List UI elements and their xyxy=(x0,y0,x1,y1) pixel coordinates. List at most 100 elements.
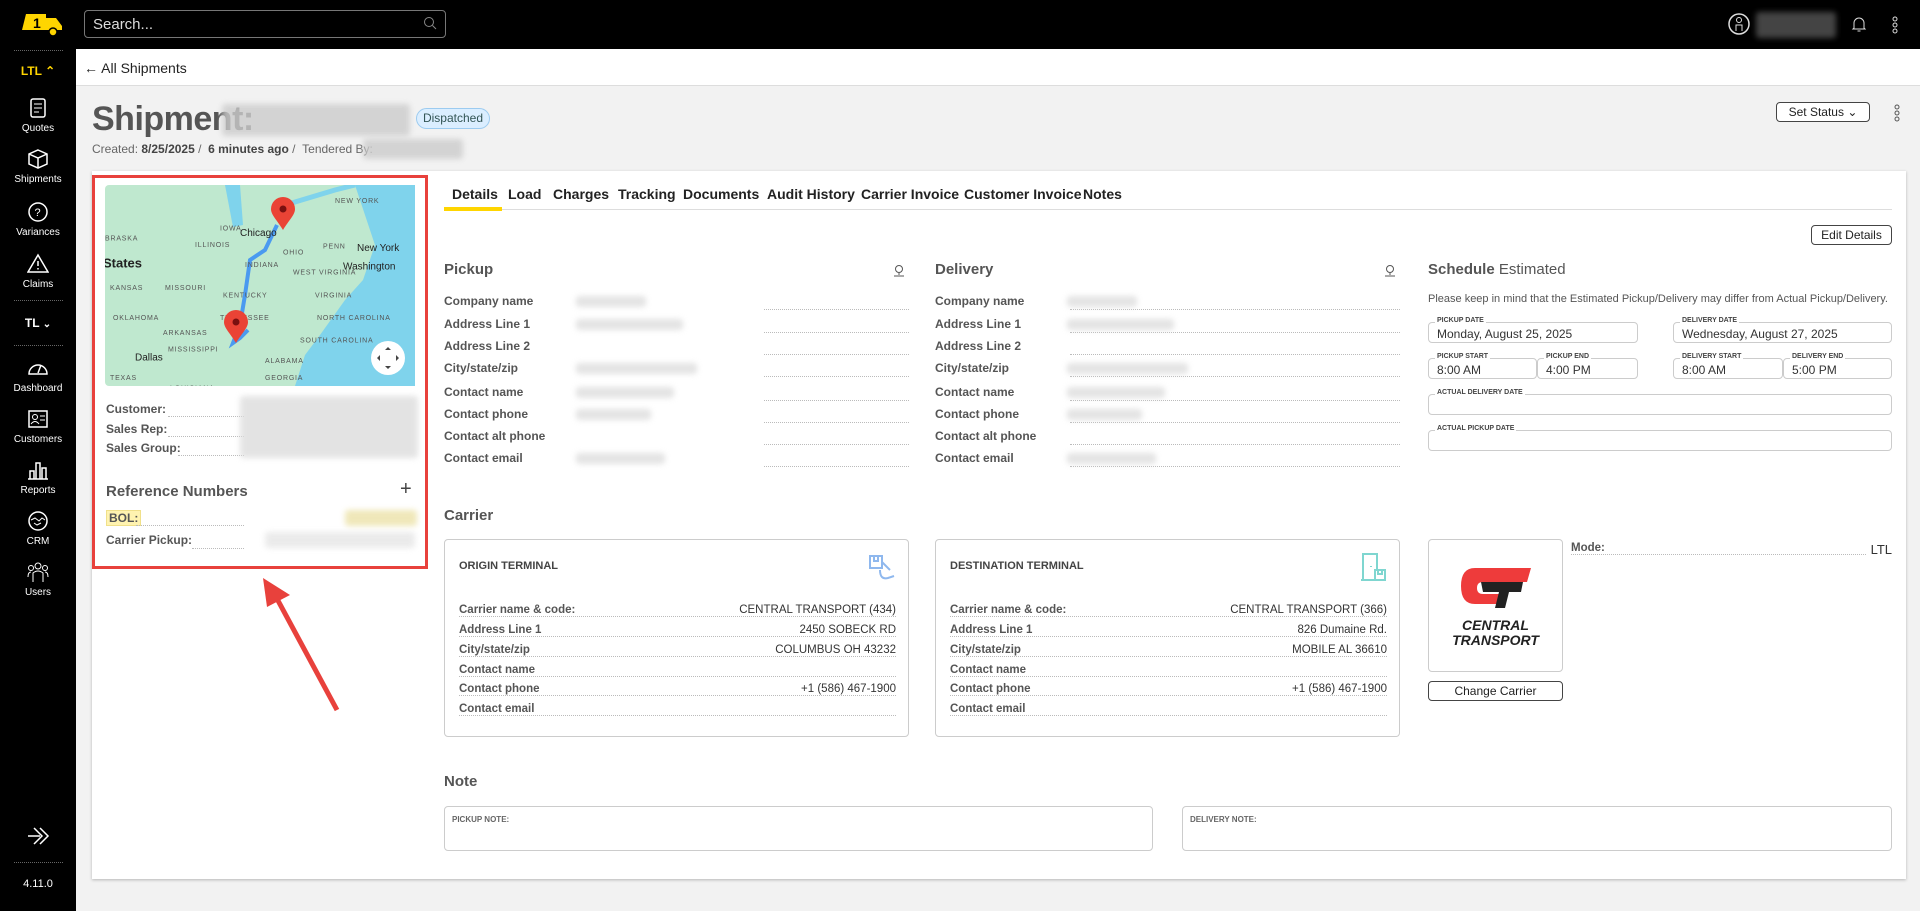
sidebar-item-label: CRM xyxy=(26,536,50,547)
field-value: Monday, August 25, 2025 xyxy=(1437,327,1573,341)
tab-audit-history[interactable]: Audit History xyxy=(767,186,855,202)
delivery-field-value xyxy=(1067,363,1188,374)
back-label: All Shipments xyxy=(101,60,187,76)
expand-sidebar-icon[interactable] xyxy=(26,826,50,846)
actual-pickup-field[interactable]: ACTUAL PICKUP DATE xyxy=(1428,425,1892,451)
section-label: TL xyxy=(24,316,40,330)
sidebar-item-label: Customers xyxy=(13,434,63,445)
section-tl[interactable]: TL ⌄ xyxy=(0,316,76,330)
add-reference-icon[interactable]: + xyxy=(400,478,412,501)
tab-details[interactable]: Details xyxy=(452,186,498,202)
info-label: Customer: xyxy=(106,402,167,416)
row-value: MOBILE AL 36610 xyxy=(1288,644,1387,656)
delivery-field-label: Contact alt phone xyxy=(935,429,1037,443)
carrier-logo: CENTRAL TRANSPORT xyxy=(1428,539,1563,672)
info-label: Sales Rep: xyxy=(106,422,168,436)
delivery-title: Delivery xyxy=(935,261,994,278)
change-carrier-button[interactable]: Change Carrier xyxy=(1428,681,1563,701)
more-vertical-icon[interactable] xyxy=(1893,104,1901,122)
more-vertical-icon[interactable] xyxy=(1891,16,1899,34)
row-label: Contact email xyxy=(950,703,1030,715)
delivery-end-field[interactable]: DELIVERY END 5:00 PM xyxy=(1783,353,1892,379)
dotted-leader xyxy=(459,656,896,657)
active-tab-indicator xyxy=(444,207,502,211)
destination-terminal-row: City/state/zip MOBILE AL 36610 xyxy=(950,644,1387,660)
chevron-down-icon: ⌄ xyxy=(42,319,52,330)
map-label: MISSISSIPPI xyxy=(168,347,218,354)
pickup-field-label: Company name xyxy=(444,294,534,308)
recenter-map-button[interactable] xyxy=(371,341,405,375)
delivery-date-field[interactable]: DELIVERY DATE Wednesday, August 27, 2025 xyxy=(1673,317,1892,343)
field-value: 8:00 AM xyxy=(1437,363,1482,377)
tab-tracking[interactable]: Tracking xyxy=(618,186,676,202)
pickup-field-label: Contact phone xyxy=(444,407,528,421)
user-name[interactable] xyxy=(1756,12,1836,38)
field-label: ACTUAL DELIVERY DATE xyxy=(1435,389,1525,396)
sidebar-item-users[interactable]: Users xyxy=(0,561,76,598)
pickup-field-label: Contact alt phone xyxy=(444,429,546,443)
tab-charges[interactable]: Charges xyxy=(553,186,609,202)
dotted-leader xyxy=(459,616,896,617)
sidebar-item-variances[interactable]: ? Variances xyxy=(0,201,76,238)
carrier-pickup-value[interactable] xyxy=(265,532,415,548)
delivery-field-label: Address Line 2 xyxy=(935,339,1022,353)
bell-icon[interactable] xyxy=(1851,15,1867,33)
tab-carrier-invoice[interactable]: Carrier Invoice xyxy=(861,186,959,202)
back-link[interactable]: ← All Shipments xyxy=(84,60,187,76)
bol-value xyxy=(345,510,417,526)
svg-text:?: ? xyxy=(35,207,41,219)
row-label: Address Line 1 xyxy=(459,624,546,636)
pickup-note-label: PICKUP NOTE: xyxy=(452,815,510,824)
tab-customer-invoice[interactable]: Customer Invoice xyxy=(964,186,1081,202)
route-map[interactable]: NEW YORK IOWAChicago BRASKA ILLINOIS OHIO PEN… xyxy=(105,185,415,386)
dotted-leader xyxy=(459,676,896,677)
pickup-start-field[interactable]: PICKUP START 8:00 AM xyxy=(1428,353,1537,379)
sidebar-item-claims[interactable]: Claims xyxy=(0,253,76,290)
dotted-leader xyxy=(764,309,909,310)
reference-numbers-title: Reference Numbers xyxy=(106,483,248,500)
pickup-note-textarea[interactable]: PICKUP NOTE: xyxy=(444,806,1153,851)
map-label: INDIANA xyxy=(245,262,279,269)
sidebar-item-shipments[interactable]: Shipments xyxy=(0,148,76,185)
status-badge: Dispatched xyxy=(416,108,490,129)
question-circle-icon: ? xyxy=(28,202,48,222)
row-label: Contact name xyxy=(459,664,540,676)
sidebar-item-dashboard[interactable]: Dashboard xyxy=(0,357,76,394)
delivery-field-label: Address Line 1 xyxy=(935,317,1022,331)
pickup-end-field[interactable]: PICKUP END 4:00 PM xyxy=(1537,353,1638,379)
customer-values xyxy=(240,396,418,458)
delivery-field-label: Contact email xyxy=(935,451,1014,465)
tab-notes[interactable]: Notes xyxy=(1083,186,1122,202)
destination-terminal-row: Contact phone +1 (586) 467-1900 xyxy=(950,683,1387,699)
sidebar-item-quotes[interactable]: Quotes xyxy=(0,97,76,134)
map-pin-icon[interactable] xyxy=(893,264,905,278)
user-avatar-icon[interactable] xyxy=(1727,12,1751,36)
dotted-leader xyxy=(1571,554,1892,555)
origin-terminal-row: Contact phone +1 (586) 467-1900 xyxy=(459,683,896,699)
sidebar-item-crm[interactable]: CRM xyxy=(0,510,76,547)
pickup-date-field[interactable]: PICKUP DATE Monday, August 25, 2025 xyxy=(1428,317,1638,343)
reference-label: BOL: xyxy=(106,510,142,526)
set-status-button[interactable]: Set Status ⌄ xyxy=(1776,102,1870,122)
sidebar-item-customers[interactable]: Customers xyxy=(0,408,76,445)
age: 6 minutes ago xyxy=(208,142,289,156)
row-value: CENTRAL TRANSPORT (434) xyxy=(735,604,896,616)
dotted-leader xyxy=(764,332,909,333)
section-ltl[interactable]: LTL ⌃ xyxy=(0,64,76,78)
map-label: OHIO xyxy=(283,249,304,256)
map-pin-icon[interactable] xyxy=(1384,264,1396,278)
tab-load[interactable]: Load xyxy=(508,186,541,202)
origin-terminal-title: ORIGIN TERMINAL xyxy=(459,560,558,572)
edit-details-button[interactable]: Edit Details xyxy=(1811,225,1892,245)
sidebar-item-reports[interactable]: Reports xyxy=(0,459,76,496)
delivery-start-field[interactable]: DELIVERY START 8:00 AM xyxy=(1673,353,1783,379)
map-label: GEORGIA xyxy=(265,375,303,382)
map-label: SOUTH CAROLINA xyxy=(300,337,373,344)
search-input[interactable]: Search... xyxy=(84,10,446,38)
truck-logo-icon[interactable]: 1 xyxy=(20,10,64,38)
actual-delivery-field[interactable]: ACTUAL DELIVERY DATE xyxy=(1428,389,1892,415)
tab-documents[interactable]: Documents xyxy=(683,186,759,202)
chevron-up-icon: ⌃ xyxy=(45,64,56,78)
row-value: COLUMBUS OH 43232 xyxy=(771,644,896,656)
delivery-note-textarea[interactable]: DELIVERY NOTE: xyxy=(1182,806,1892,851)
